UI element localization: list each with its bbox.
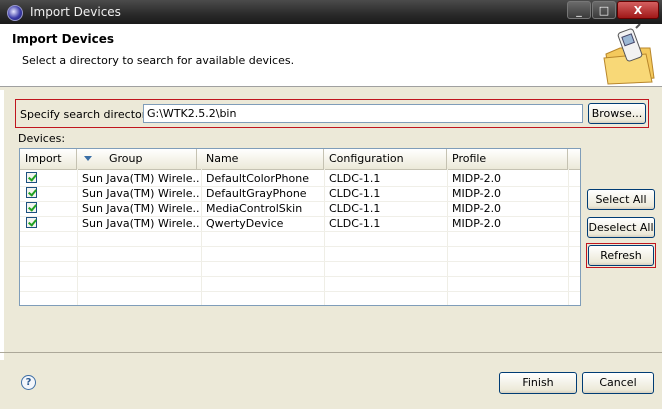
minimize-button[interactable]: _ [567,1,591,19]
import-checkbox[interactable] [26,217,37,228]
cell-name: DefaultColorPhone [206,172,309,185]
column-name[interactable]: Name [201,149,324,169]
row-divider [20,216,580,217]
wizard-header: Import Devices Select a directory to sea… [0,24,662,87]
cell-name: DefaultGrayPhone [206,187,307,200]
cell-group: Sun Java(TM) Wirele... [82,187,199,200]
cell-group: Sun Java(TM) Wirele... [82,217,199,230]
table-row[interactable]: Sun Java(TM) Wirele... QwertyDevice CLDC… [20,216,580,231]
row-divider [20,201,580,202]
refresh-button[interactable]: Refresh [588,245,654,266]
select-all-button[interactable]: Select All [587,189,655,210]
table-row[interactable]: Sun Java(TM) Wirele... MediaControlSkin … [20,201,580,216]
cell-profile: MIDP-2.0 [452,217,502,230]
cell-configuration: CLDC-1.1 [329,217,381,230]
cell-profile: MIDP-2.0 [452,187,502,200]
column-group[interactable]: Group [77,149,197,169]
row-divider [20,261,580,262]
footer-separator [0,352,662,353]
left-edge-strip [0,90,4,360]
table-row[interactable]: Sun Java(TM) Wirele... DefaultGrayPhone … [20,186,580,201]
eclipse-icon [7,5,23,21]
title-bar[interactable]: Import Devices _ □ X [0,0,662,24]
devices-label: Devices: [18,132,66,145]
cell-name: QwertyDevice [206,217,284,230]
devices-table[interactable]: Import Group Name Configuration Profile … [19,148,581,306]
folder-phone-banner-icon [603,24,655,85]
search-directory-input[interactable] [143,104,583,123]
page-description: Select a directory to search for availab… [22,54,295,67]
import-devices-dialog: Import Devices _ □ X Import Devices Sele… [0,0,662,409]
close-button[interactable]: X [617,1,659,19]
cancel-button[interactable]: Cancel [582,372,654,394]
cell-configuration: CLDC-1.1 [329,172,381,185]
column-configuration[interactable]: Configuration [324,149,447,169]
cell-group: Sun Java(TM) Wirele... [82,172,199,185]
window-title: Import Devices [30,5,121,19]
browse-button[interactable]: Browse... [588,103,646,124]
cell-name: MediaControlSkin [206,202,303,215]
cell-group: Sun Java(TM) Wirele... [82,202,199,215]
row-divider [20,186,580,187]
row-divider [20,276,580,277]
import-checkbox[interactable] [26,172,37,183]
table-row[interactable]: Sun Java(TM) Wirele... DefaultColorPhone… [20,171,580,186]
search-directory-label: Specify search directory: [20,108,156,121]
row-divider [20,231,580,232]
column-import[interactable]: Import [20,149,77,169]
table-header: Import Group Name Configuration Profile [20,149,580,170]
cell-configuration: CLDC-1.1 [329,202,381,215]
column-profile[interactable]: Profile [447,149,568,169]
import-checkbox[interactable] [26,202,37,213]
cell-profile: MIDP-2.0 [452,172,502,185]
row-divider [20,246,580,247]
sort-descending-icon [84,156,92,161]
help-icon[interactable]: ? [21,375,36,390]
page-title: Import Devices [12,32,115,46]
deselect-all-button[interactable]: Deselect All [587,217,655,238]
cell-configuration: CLDC-1.1 [329,187,381,200]
maximize-button[interactable]: □ [592,1,616,19]
import-checkbox[interactable] [26,187,37,198]
finish-button[interactable]: Finish [499,372,577,394]
cell-profile: MIDP-2.0 [452,202,502,215]
row-divider [20,291,580,292]
